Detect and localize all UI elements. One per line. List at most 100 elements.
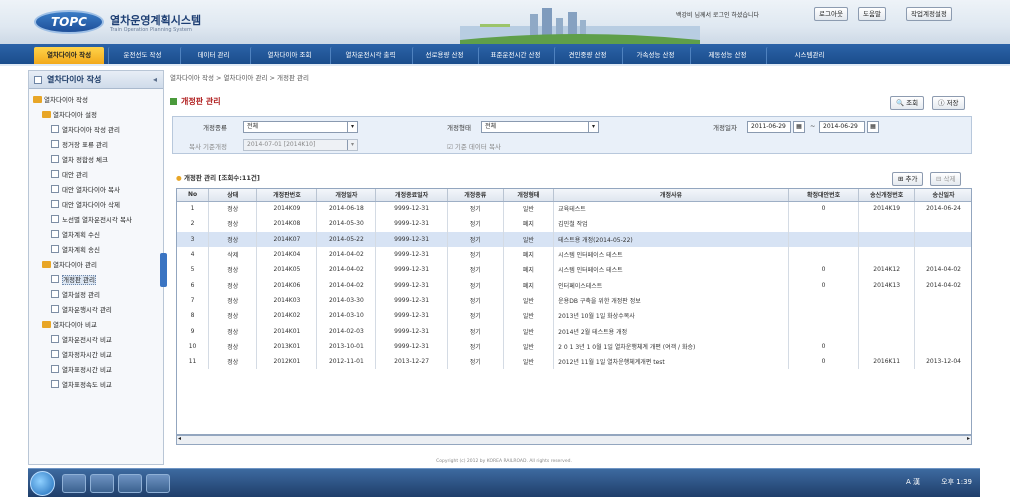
table-cell [858,231,916,247]
sidebar-item[interactable]: 열차다이아 설정 [29,108,163,123]
sidebar-item[interactable]: 대안 열차다이아 삭제 [29,198,163,213]
horizontal-scrollbar[interactable]: ◂ ▸ [176,435,972,445]
collapse-icon[interactable]: ◂ [153,71,157,89]
add-button[interactable]: ⊞ 추가 [892,172,924,186]
sidebar-item[interactable]: 열차설정 관리 [29,288,163,303]
column-header[interactable]: 송신일자 [914,189,971,202]
system-tray[interactable]: A 漢 [906,477,920,487]
taskbar-app-icon[interactable] [62,474,86,493]
column-header[interactable]: 개정종료일자 [375,189,448,202]
column-header[interactable]: No [177,189,210,202]
table-cell: 일반 [503,231,555,247]
table-row[interactable]: 2 정상 2014K08 2014-05-30 9999-12-31 정기 폐지 김민철 작업 [177,216,971,232]
sidebar-item[interactable]: 열차표정속도 비교 [29,378,163,393]
nav-tab-braking[interactable]: 제동성능 산정 [690,47,764,64]
sidebar-item[interactable]: 대안 열차다이아 복사 [29,183,163,198]
table-cell: 시스템 인터페이스 테스트 [553,262,789,278]
table-cell [858,216,916,232]
sidebar-item[interactable]: 열차계획 수신 [29,228,163,243]
nav-tab-system-admin[interactable]: 시스템관리 [766,47,852,64]
table-row[interactable]: 9 정상 2014K01 2014-02-03 9999-12-31 정기 일반 2014년 … [177,323,971,339]
nav-tab-diagram[interactable]: 열차다이아 작성 [34,47,104,64]
sidebar-item[interactable]: 개정판 관리 [29,273,163,288]
type-select[interactable]: 전체 ▾ [243,121,358,133]
column-header[interactable]: 개정종류 [447,189,504,202]
nav-tab-data[interactable]: 데이터 관리 [180,47,246,64]
table-cell: 9999-12-31 [375,338,448,354]
sidebar-item[interactable]: 열차표정시간 비교 [29,363,163,378]
table-cell: 테스트용 개정(2014-05-22) [553,231,789,247]
change-settings-button[interactable]: 작업계정설정 [906,7,952,21]
table-row[interactable]: 5 정상 2014K05 2014-04-02 9999-12-31 정기 폐지 시스템 인터… [177,262,971,278]
table-cell: 정기 [447,353,504,370]
help-button[interactable]: 도움말 [858,7,886,21]
table-row[interactable]: 1 정상 2014K09 2014-06-18 9999-12-31 정기 일반 교육테스트 0… [177,201,971,217]
column-header[interactable]: 개정사유 [553,189,789,202]
start-button[interactable] [30,471,55,496]
document-icon [51,290,59,298]
nav-tab-run-time-print[interactable]: 열차운전시각 출력 [330,47,410,64]
skyline-illustration [460,8,700,44]
nav-tab-traction-weight[interactable]: 견인중량 산정 [554,47,620,64]
sidebar-item[interactable]: 열차 정합성 체크 [29,153,163,168]
date-to-input[interactable]: 2014-06-29 [819,121,865,133]
sidebar-item[interactable]: 열차다이아 비교 [29,318,163,333]
sidebar-item[interactable]: 노선별 열차운전시각 복사 [29,213,163,228]
table-row[interactable]: 8 정상 2014K02 2014-03-10 9999-12-31 정기 일반 2013년 … [177,308,971,324]
table-cell: 정상 [208,231,258,247]
form-select[interactable]: 전체 ▾ [481,121,599,133]
sidebar-item[interactable]: 열차운행시각 관리 [29,303,163,318]
calendar-icon[interactable]: ▦ [867,121,879,133]
logout-button[interactable]: 로그아웃 [814,7,848,21]
column-header[interactable]: 개정판번호 [256,189,318,202]
chevron-down-icon: ▾ [588,122,598,132]
sidebar-item[interactable]: 열차다이아 관리 [29,258,163,273]
copy-data-checkbox[interactable]: ☑ 기준 데이터 복사 [447,141,501,151]
sidebar-item[interactable]: 정거장 표류 관리 [29,138,163,153]
table-cell: 정기 [447,216,504,232]
table-cell: 2014-04-02 [316,246,377,263]
table-row[interactable]: 7 정상 2014K03 2014-03-30 9999-12-31 정기 일반 운용DB 구… [177,292,971,309]
menu-tree: 열차다이아 작성 열차다이아 설정 열차다이아 작성 관리 정거장 표류 관리 열차 정… [29,89,163,393]
sidebar-item[interactable]: 열차다이아 작성 관리 [29,123,163,138]
search-button[interactable]: 🔍 조회 [890,96,925,110]
delete-button[interactable]: ⊟ 삭제 [930,172,962,186]
chevron-down-icon: ▾ [347,122,357,132]
sidebar-item[interactable]: 열차계획 송신 [29,243,163,258]
table-row[interactable]: 6 정상 2014K06 2014-04-02 9999-12-31 정기 폐지 인터페이스테… [177,277,971,293]
save-button[interactable]: ⓘ 저장 [932,96,965,110]
copy-base-select[interactable]: 2014-07-01 [2014K10] ▾ [243,139,358,151]
column-header[interactable]: 상태 [208,189,258,202]
table-cell: 2012년 11월 1일 열차운행체계개편 test [553,353,789,370]
document-icon [51,185,59,193]
calendar-icon[interactable]: ▦ [793,121,805,133]
column-header[interactable]: 확정대안번호 [788,189,860,202]
sidebar-splitter[interactable] [160,253,167,287]
table-cell [914,308,971,324]
taskbar-app-icon[interactable] [146,474,170,493]
sidebar-item[interactable]: 열차운전시각 비교 [29,333,163,348]
date-from-input[interactable]: 2011-06-29 [747,121,791,133]
table-row[interactable]: 11 정상 2012K01 2012-11-01 2013-12-27 정기 일반 2012년… [177,353,971,370]
copy-base-label: 복사 기준개정 [189,143,227,151]
table-row[interactable]: 4 삭제 2014K04 2014-04-02 9999-12-31 정기 폐지 시스템 인터… [177,246,971,263]
column-header[interactable]: 개정형태 [503,189,555,202]
column-header[interactable]: 개정일자 [316,189,377,202]
table-cell: 정기 [447,277,504,293]
table-row[interactable]: 10 정상 2013K01 2013-10-01 9999-12-31 정기 일반 2 0 1… [177,338,971,354]
taskbar-app-icon[interactable] [90,474,114,493]
table-cell: 9999-12-31 [375,308,448,324]
nav-tab-acceleration[interactable]: 가속성능 산정 [622,47,688,64]
table-cell: 2014-02-03 [316,323,377,339]
sidebar-item[interactable]: 열차정차시간 비교 [29,348,163,363]
sidebar-item[interactable]: 대안 관리 [29,168,163,183]
nav-tab-run-curve[interactable]: 운전선도 작성 [108,47,176,64]
nav-tab-diagram-view[interactable]: 열차다이아 조회 [250,47,328,64]
sidebar-item[interactable]: 열차다이아 작성 [29,93,163,108]
table-row[interactable]: 3 정상 2014K07 2014-05-22 9999-12-31 정기 일반 테스트용 개… [177,231,971,247]
nav-tab-std-run-time[interactable]: 표준운전시간 산정 [478,47,552,64]
nav-tab-line-capacity[interactable]: 선로용량 산정 [412,47,476,64]
column-header[interactable]: 송신개정번호 [858,189,916,202]
table-cell: 2014K09 [256,201,318,217]
taskbar-app-icon[interactable] [118,474,142,493]
